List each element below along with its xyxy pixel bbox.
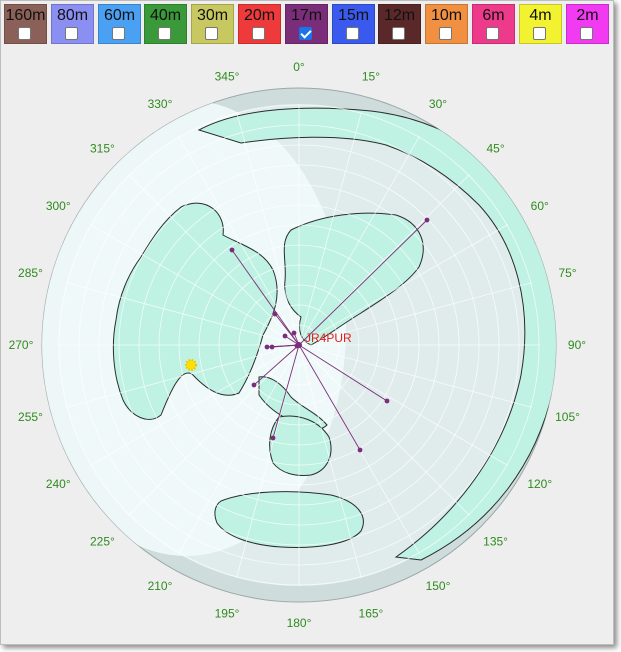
azimuth-label: 45°: [486, 141, 504, 155]
azimuth-label: 315°: [90, 141, 115, 155]
station-callsign: JR4PUR: [305, 331, 352, 345]
band-checkbox-60m[interactable]: [112, 27, 125, 40]
azimuth-label: 135°: [483, 535, 508, 549]
azimuth-label: 0°: [293, 60, 305, 74]
azimuth-label: 240°: [46, 477, 71, 491]
band-button-160m[interactable]: 160m: [4, 4, 47, 44]
band-button-10m[interactable]: 10m: [425, 4, 468, 44]
app-window: 160m 80m 60m 40m 30m 20m 17m 15m 12m 10m 6m 4m 2m: [0, 0, 614, 645]
band-filter-bar: 160m 80m 60m 40m 30m 20m 17m 15m 12m 10m 6m 4m 2m: [4, 4, 610, 44]
band-checkbox-15m[interactable]: [346, 27, 359, 40]
azimuthal-map[interactable]: JR4PUR 0° 15° 30° 45° 60° 75° 90° 105° 120° 135° 1…: [1, 45, 613, 643]
band-button-15m[interactable]: 15m: [332, 4, 375, 44]
spot-marker[interactable]: [384, 398, 390, 404]
band-label: 2m: [576, 7, 599, 24]
band-label: 10m: [430, 7, 463, 24]
band-label: 4m: [529, 7, 552, 24]
band-button-17m[interactable]: 17m: [285, 4, 328, 44]
band-label: 6m: [482, 7, 505, 24]
band-button-20m[interactable]: 20m: [238, 4, 281, 44]
band-checkbox-160m[interactable]: [18, 27, 31, 40]
band-label: 15m: [337, 7, 370, 24]
band-checkbox-40m[interactable]: [158, 27, 171, 40]
spot-marker[interactable]: [424, 217, 430, 223]
azimuth-label: 75°: [558, 266, 576, 280]
band-checkbox-30m[interactable]: [205, 27, 218, 40]
azimuth-label: 30°: [429, 97, 447, 111]
band-checkbox-17m[interactable]: [299, 27, 312, 40]
spot-marker[interactable]: [229, 247, 235, 253]
azimuth-label: 225°: [90, 535, 115, 549]
azimuth-label: 60°: [531, 199, 549, 213]
band-label: 160m: [5, 7, 46, 24]
band-label: 12m: [383, 7, 416, 24]
band-label: 60m: [103, 7, 136, 24]
spot-marker[interactable]: [357, 447, 363, 453]
band-checkbox-4m[interactable]: [533, 27, 546, 40]
azimuth-label: 120°: [527, 477, 552, 491]
azimuth-label: 255°: [18, 410, 43, 424]
spot-marker[interactable]: [282, 333, 288, 339]
band-checkbox-2m[interactable]: [580, 27, 593, 40]
azimuth-label: 90°: [568, 338, 586, 352]
band-checkbox-12m[interactable]: [392, 27, 405, 40]
band-label: 40m: [149, 7, 182, 24]
azimuth-label: 300°: [46, 199, 71, 213]
spot-marker[interactable]: [272, 311, 278, 317]
azimuth-label: 150°: [426, 579, 451, 593]
azimuth-label: 15°: [362, 69, 380, 83]
band-button-4m[interactable]: 4m: [519, 4, 562, 44]
band-button-6m[interactable]: 6m: [472, 4, 515, 44]
azimuth-label: 270°: [9, 338, 34, 352]
azimuth-label: 165°: [359, 607, 384, 621]
band-button-2m[interactable]: 2m: [566, 4, 609, 44]
band-label: 80m: [56, 7, 89, 24]
azimuth-label: 345°: [215, 69, 240, 83]
band-label: 20m: [243, 7, 276, 24]
band-checkbox-20m[interactable]: [252, 27, 265, 40]
azimuth-label: 195°: [215, 607, 240, 621]
band-label: 17m: [290, 7, 323, 24]
azimuth-label: 210°: [148, 579, 173, 593]
band-button-12m[interactable]: 12m: [378, 4, 421, 44]
azimuth-label: 180°: [287, 616, 312, 630]
spot-marker[interactable]: [291, 330, 297, 336]
spot-marker[interactable]: [270, 435, 276, 441]
azimuth-label: 285°: [18, 266, 43, 280]
home-station-marker[interactable]: [296, 342, 302, 348]
band-button-40m[interactable]: 40m: [144, 4, 187, 44]
spot-marker[interactable]: [264, 344, 270, 350]
band-label: 30m: [196, 7, 229, 24]
band-button-60m[interactable]: 60m: [98, 4, 141, 44]
sun-icon: [185, 359, 197, 371]
band-checkbox-10m[interactable]: [439, 27, 452, 40]
spot-marker[interactable]: [251, 382, 257, 388]
band-checkbox-80m[interactable]: [65, 27, 78, 40]
band-button-80m[interactable]: 80m: [51, 4, 94, 44]
azimuth-label: 330°: [148, 97, 173, 111]
band-button-30m[interactable]: 30m: [191, 4, 234, 44]
azimuth-label: 105°: [555, 410, 580, 424]
band-checkbox-6m[interactable]: [486, 27, 499, 40]
